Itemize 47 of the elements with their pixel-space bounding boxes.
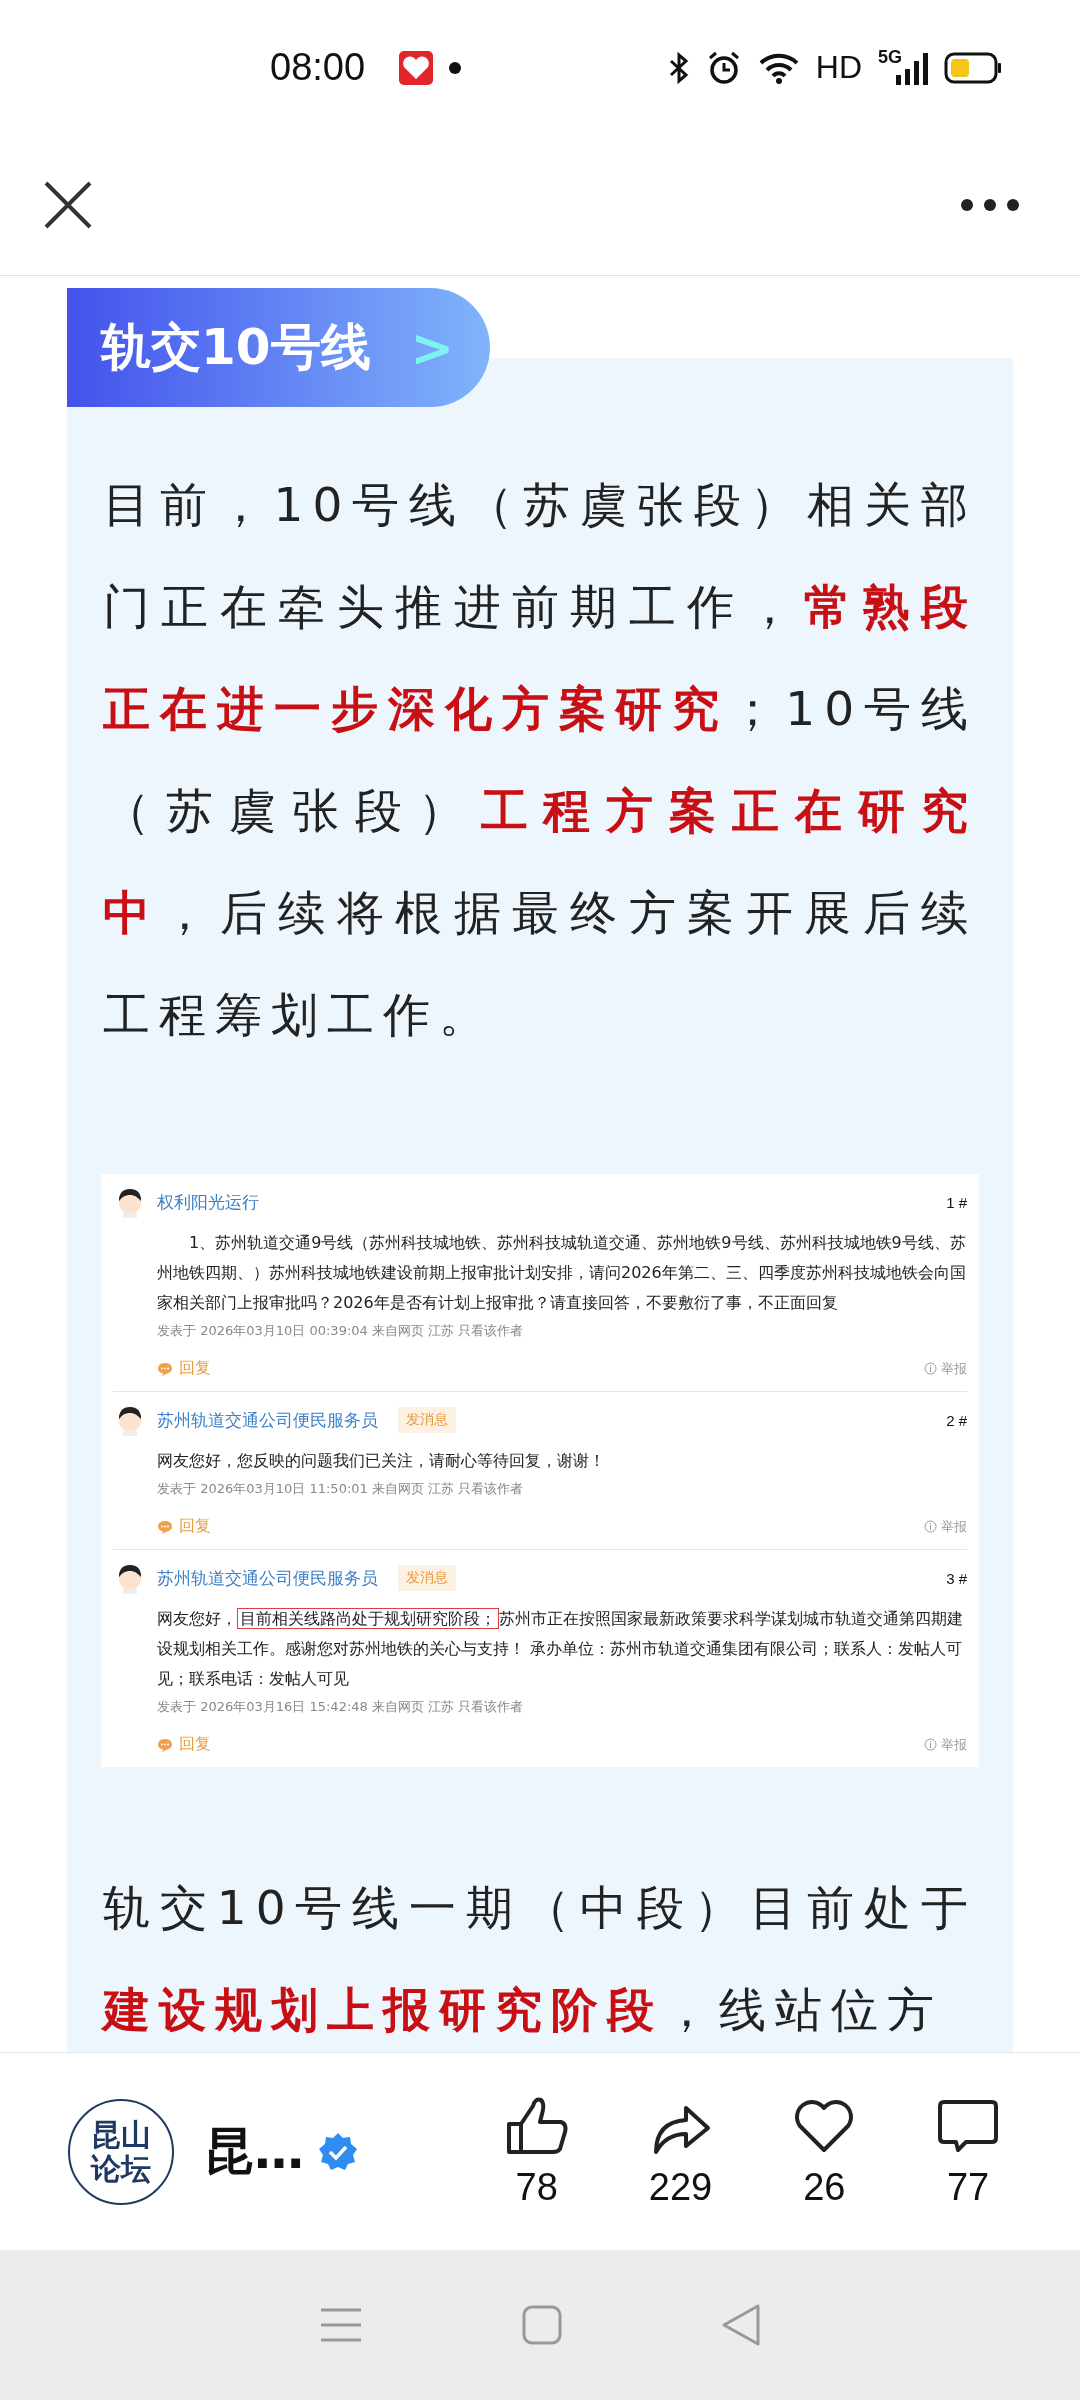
post-author[interactable]: 权利阳光运行 bbox=[157, 1190, 259, 1214]
post-meta: 发表于 2026年03月16日 15:42:48 来自网页 江苏 只看该作者 bbox=[157, 1698, 525, 1716]
menu-icon[interactable] bbox=[319, 2307, 364, 2343]
post-author[interactable]: 苏州轨道交通公司便民服务员 bbox=[157, 1566, 378, 1590]
post-meta: 发表于 2026年03月10日 11:50:01 来自网页 江苏 只看该作者 bbox=[157, 1480, 525, 1498]
notification-dot-icon bbox=[449, 61, 462, 74]
report-link[interactable]: 举报 bbox=[924, 1517, 967, 1536]
report-link[interactable]: 举报 bbox=[924, 1359, 967, 1378]
heart-app-icon bbox=[399, 50, 434, 85]
article-paragraph: 轨交10号线一期（中段）目前处于建设规划上报研究阶段，线站位方 bbox=[103, 1879, 977, 2039]
reply-link[interactable]: 回复 bbox=[157, 1358, 211, 1379]
share-button[interactable]: 229 bbox=[608, 2094, 753, 2209]
info-icon bbox=[924, 1362, 937, 1375]
reply-link[interactable]: 回复 bbox=[157, 1516, 211, 1537]
status-time: 08:00 bbox=[270, 46, 366, 89]
chat-bubble-icon bbox=[157, 1361, 173, 1376]
report-link[interactable]: 举报 bbox=[924, 1735, 967, 1754]
battery-icon bbox=[944, 51, 1002, 84]
post-meta: 发表于 2026年03月10日 00:39:04 来自网页 江苏 只看该作者 bbox=[157, 1322, 525, 1340]
topic-tag[interactable]: 轨交10号线 > bbox=[67, 288, 491, 407]
info-icon bbox=[924, 1520, 937, 1533]
info-icon bbox=[924, 1738, 937, 1751]
post-author[interactable]: 苏州轨道交通公司便民服务员 bbox=[157, 1408, 378, 1432]
close-icon[interactable] bbox=[44, 181, 92, 229]
like-button[interactable]: 78 bbox=[464, 2094, 609, 2209]
account-name[interactable]: 昆… bbox=[204, 2118, 304, 2185]
hd-label: HD bbox=[815, 49, 862, 86]
post-body: 网友您好， 目前相关线路尚处于规划研究阶段； 苏州市正在按照国家最新政策要求科学谋划城市轨道交通第四期建设规划相关工作。感谢您对苏州地铁的关心与支持！ 承办单位：苏州市轨道交通集团有限公司；联系人：发帖人可见；联系电话：发帖人可见 bbox=[157, 1607, 964, 1690]
floor-number: 3 # bbox=[946, 1569, 967, 1587]
network-type-label: 5G bbox=[878, 46, 902, 68]
post-body: 1、苏州轨道交通9号线（苏州科技城地铁、苏州科技城轨道交通、苏州地铁9号线、苏州科技城地铁9号线、苏州地铁四期、）苏州科技城地铁建设前期上报审批计划安排，请问2026年第二、三、四季度苏州科技城地铁会向国家相关部门上报审批吗？2026年是否有计划上报审批？请直接回答，不要敷衍了事，不正面回复 bbox=[157, 1232, 967, 1314]
more-icon[interactable] bbox=[960, 198, 1020, 212]
chat-bubble-icon bbox=[157, 1737, 173, 1752]
floor-number: 1 # bbox=[946, 1193, 967, 1211]
favorite-button[interactable]: 26 bbox=[752, 2094, 897, 2209]
chat-bubble-icon bbox=[157, 1519, 173, 1534]
bluetooth-icon bbox=[667, 50, 690, 85]
floor-number: 2 # bbox=[946, 1411, 967, 1429]
send-message-button[interactable]: 发消息 bbox=[398, 1565, 456, 1591]
account-avatar[interactable]: 昆山论坛 bbox=[68, 2098, 174, 2205]
home-square-icon[interactable] bbox=[522, 2305, 562, 2345]
reply-link[interactable]: 回复 bbox=[157, 1734, 211, 1755]
article-paragraph: 目前，10号线（苏虞张段）相关部门正在牵头推进前期工作，常熟段正在进一步深化方案研究；10号线（苏虞张段）工程方案正在研究中，后续将根据最终方案开展后续工程筹划工作。 bbox=[103, 476, 977, 1044]
back-icon[interactable] bbox=[720, 2303, 761, 2347]
send-message-button[interactable]: 发消息 bbox=[398, 1407, 456, 1433]
comment-button[interactable]: 77 bbox=[896, 2094, 1040, 2209]
post-body: 网友您好，您反映的问题我们已关注，请耐心等待回复，谢谢！ bbox=[157, 1450, 606, 1472]
